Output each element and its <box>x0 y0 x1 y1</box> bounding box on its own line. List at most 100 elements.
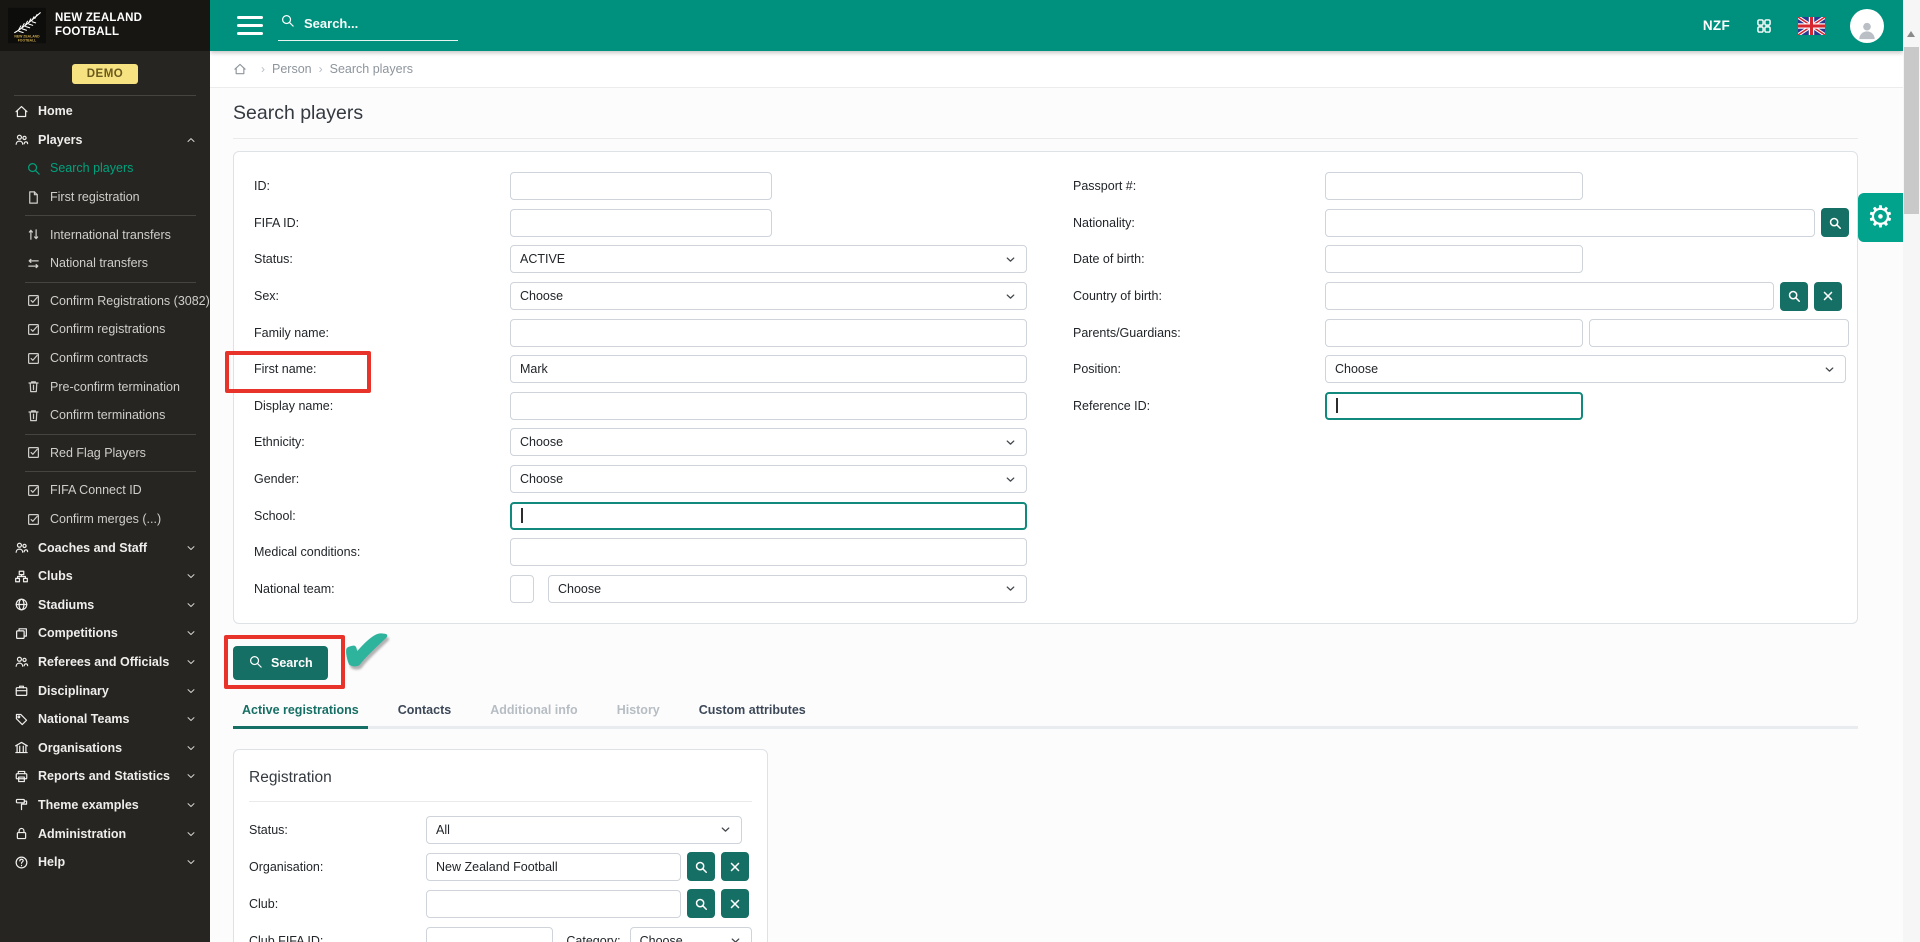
sidebar-item-players[interactable]: Players <box>0 126 210 155</box>
search-icon <box>248 654 263 672</box>
sidebar-item-red-flag-players[interactable]: Red Flag Players <box>0 439 210 468</box>
org-code-label[interactable]: NZF <box>1703 18 1730 33</box>
sidebar-item-label: Players <box>38 133 82 147</box>
reference-id-input[interactable] <box>1325 392 1583 420</box>
parents-guardians-input-1[interactable] <box>1325 319 1583 347</box>
breadcrumb-separator: › <box>319 62 323 76</box>
passport-input[interactable] <box>1325 172 1583 200</box>
close-icon <box>728 860 742 874</box>
reg-organisation-clear-button[interactable] <box>721 852 749 881</box>
sidebar-item-confirm-registrations[interactable]: Confirm registrations <box>0 315 210 344</box>
sidebar-item-referees-and-officials[interactable]: Referees and Officials <box>0 648 210 677</box>
first-name-input[interactable]: Mark <box>510 355 1027 383</box>
scrollbar-up-arrow-icon[interactable] <box>1907 31 1915 37</box>
sidebar-group-divider <box>25 215 196 216</box>
sidebar-item-reports-and-statistics[interactable]: Reports and Statistics <box>0 762 210 791</box>
sidebar-item-coaches-and-staff[interactable]: Coaches and Staff <box>0 533 210 562</box>
family-name-input[interactable] <box>510 319 1027 347</box>
search-form-card: ID:FIFA ID:Status:ACTIVESex:ChooseFamily… <box>233 151 1858 624</box>
sidebar-item-confirm-contracts[interactable]: Confirm contracts <box>0 344 210 373</box>
date-of-birth-input[interactable] <box>1325 245 1583 273</box>
form-row-school: School: <box>254 497 1050 534</box>
tab-custom-attributes[interactable]: Custom attributes <box>690 696 815 729</box>
school-input[interactable] <box>510 502 1027 530</box>
reg-club-search-button[interactable] <box>687 889 715 918</box>
breadcrumb-item-search-players[interactable]: Search players <box>330 62 413 76</box>
global-search-input[interactable]: Search... <box>278 10 458 41</box>
search-button[interactable]: Search <box>233 646 328 680</box>
check-square-icon <box>26 445 41 460</box>
form-row-parents-guardians: Parents/Guardians: <box>1073 314 1849 351</box>
tab-additional-info[interactable]: Additional info <box>481 696 586 729</box>
sidebar-item-confirm-registrations-3082[interactable]: Confirm Registrations (3082) <box>0 287 210 316</box>
arrows-h-icon <box>26 256 41 271</box>
nationality-input[interactable] <box>1325 209 1815 237</box>
scrollbar-thumb[interactable] <box>1904 47 1919 214</box>
ethnicity-select[interactable]: Choose <box>510 428 1027 456</box>
display-name-input[interactable] <box>510 392 1027 420</box>
sex-select[interactable]: Choose <box>510 282 1027 310</box>
sidebar-item-clubs[interactable]: Clubs <box>0 562 210 591</box>
tab-active-registrations[interactable]: Active registrations <box>233 696 368 729</box>
tab-contacts[interactable]: Contacts <box>389 696 460 729</box>
status-select[interactable]: ACTIVE <box>510 245 1027 273</box>
hamburger-menu-icon[interactable] <box>237 16 263 35</box>
sidebar-item-theme-examples[interactable]: Theme examples <box>0 791 210 820</box>
nzf-fern-logo-icon: NEW ZEALAND FOOTBALL <box>8 7 46 44</box>
sidebar-item-fifa-connect-id[interactable]: FIFA Connect ID <box>0 476 210 505</box>
sidebar-item-disciplinary[interactable]: Disciplinary <box>0 676 210 705</box>
settings-gear-icon[interactable]: ⚙ <box>1858 193 1903 242</box>
reg-club-clear-button[interactable] <box>721 889 749 918</box>
reg-organisation-input[interactable]: New Zealand Football <box>426 853 681 881</box>
reg-status-select[interactable]: All <box>426 816 742 844</box>
sidebar-item-first-registration[interactable]: First registration <box>0 183 210 212</box>
chevron-down-icon <box>1004 253 1017 266</box>
reg-status-label: Status: <box>249 823 426 837</box>
chevron-down-icon <box>185 570 197 582</box>
fifa-id-input[interactable] <box>510 209 772 237</box>
apps-grid-icon[interactable] <box>1755 17 1773 35</box>
sidebar-item-confirm-merges[interactable]: Confirm merges (...) <box>0 505 210 534</box>
sidebar-item-label: Red Flag Players <box>50 446 146 460</box>
tab-history[interactable]: History <box>608 696 669 729</box>
sidebar-item-national-transfers[interactable]: National transfers <box>0 249 210 278</box>
gender-select[interactable]: Choose <box>510 465 1027 493</box>
reg-category-select[interactable]: Choose <box>630 927 752 942</box>
vertical-scrollbar[interactable] <box>1903 0 1920 942</box>
country-of-birth-clear-button[interactable] <box>1814 282 1842 311</box>
reg-club-fifa-id-input[interactable] <box>426 927 553 942</box>
reg-club-input[interactable] <box>426 890 681 918</box>
parents-guardians-input-2[interactable] <box>1589 319 1849 347</box>
country-of-birth-input[interactable] <box>1325 282 1774 310</box>
sidebar-item-administration[interactable]: Administration <box>0 819 210 848</box>
reg-organisation-search-button[interactable] <box>687 852 715 881</box>
position-select[interactable]: Choose <box>1325 355 1846 383</box>
sidebar-item-international-transfers[interactable]: International transfers <box>0 220 210 249</box>
uk-flag-icon[interactable] <box>1798 17 1825 35</box>
sidebar-item-stadiums[interactable]: Stadiums <box>0 591 210 620</box>
nationality-search-button[interactable] <box>1821 208 1849 237</box>
medical-conditions-input[interactable] <box>510 538 1027 566</box>
grid-icon <box>1755 17 1773 35</box>
reg-category-label: Category: <box>566 934 620 942</box>
sidebar-item-confirm-terminations[interactable]: Confirm terminations <box>0 401 210 430</box>
sidebar-item-home[interactable]: Home <box>0 97 210 126</box>
sidebar-item-search-players[interactable]: Search players <box>0 154 210 183</box>
national-team-select[interactable]: Choose <box>548 575 1027 603</box>
sidebar-item-pre-confirm-termination[interactable]: Pre-confirm termination <box>0 372 210 401</box>
sidebar-item-competitions[interactable]: Competitions <box>0 619 210 648</box>
sidebar-group-divider <box>25 282 196 283</box>
gender-value: Choose <box>520 472 563 486</box>
sidebar-item-national-teams[interactable]: National Teams <box>0 705 210 734</box>
sidebar-item-help[interactable]: Help <box>0 848 210 877</box>
national-team-checkbox[interactable] <box>510 575 534 603</box>
breadcrumb-item-person[interactable]: Person <box>272 62 312 76</box>
date-of-birth-label: Date of birth: <box>1073 252 1325 266</box>
sidebar-item-label: Administration <box>38 827 126 841</box>
sidebar-item-organisations[interactable]: Organisations <box>0 733 210 762</box>
reference-id-label: Reference ID: <box>1073 399 1325 413</box>
id-input[interactable] <box>510 172 772 200</box>
home-icon[interactable] <box>233 62 247 76</box>
country-of-birth-search-button[interactable] <box>1780 282 1808 311</box>
user-avatar[interactable] <box>1850 9 1884 43</box>
